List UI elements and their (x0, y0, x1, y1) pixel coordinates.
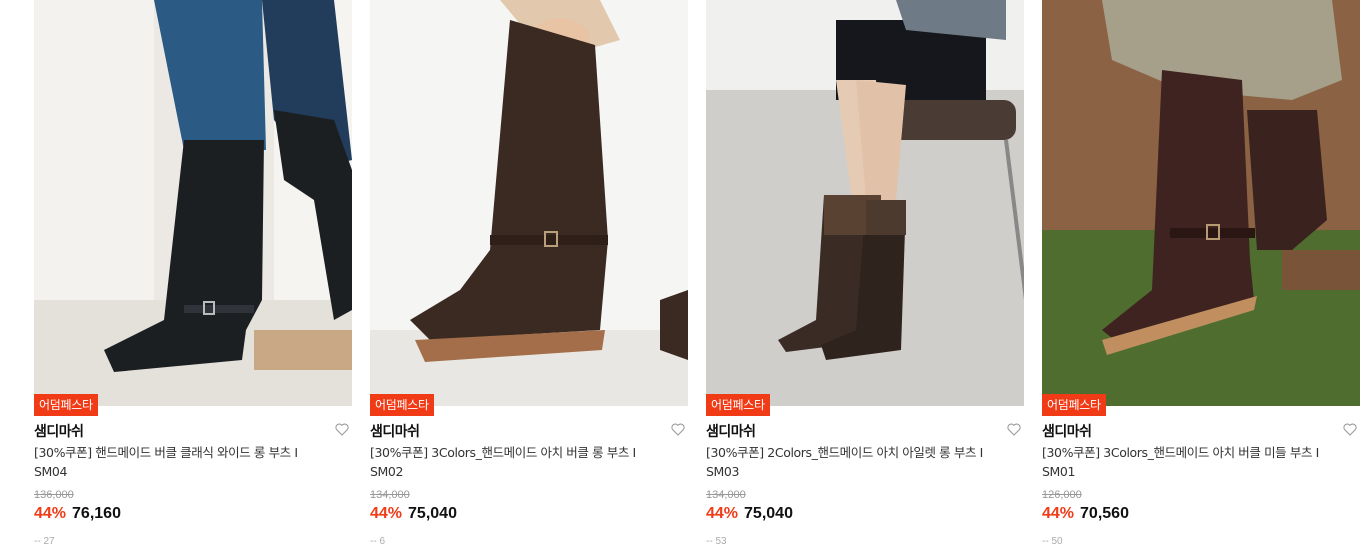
product-title[interactable]: [30%쿠폰] 3Colors_핸드메이드 아치 버클 롱 부츠 I SM02 (370, 443, 666, 481)
title-line-1: [30%쿠폰] 3Colors_핸드메이드 아치 버클 롱 부츠 I (370, 445, 636, 460)
original-price: 126,000 (1042, 489, 1082, 501)
title-line-1: [30%쿠폰] 핸드메이드 버클 클래식 와이드 롱 부츠 I (34, 445, 298, 460)
original-price: 134,000 (370, 489, 410, 501)
discount-rate: 44% (1042, 505, 1075, 522)
title-line-1: [30%쿠폰] 3Colors_핸드메이드 아치 버클 미들 부츠 I (1042, 445, 1319, 460)
heart-outline-icon[interactable] (334, 421, 350, 437)
title-line-2: SM03 (706, 464, 740, 479)
title-line-2: SM01 (1042, 464, 1076, 479)
title-line-2: SM02 (370, 464, 404, 479)
promo-badge: 어덤페스타 (34, 394, 98, 416)
discount-rate: 44% (706, 505, 739, 522)
sale-price: 75,040 (408, 505, 457, 522)
promo-badge: 어덤페스타 (1042, 394, 1106, 416)
sale-price: 70,560 (1080, 505, 1129, 522)
product-card[interactable]: 어덤페스타 샘디마쉬 [30%쿠폰] 2Colors_핸드메이드 아치 아일렛 … (706, 0, 1024, 547)
product-photo (34, 0, 352, 406)
product-image[interactable] (1042, 0, 1360, 406)
heart-outline-icon[interactable] (1342, 421, 1358, 437)
discount-rate: 44% (34, 505, 67, 522)
product-photo (1042, 0, 1360, 406)
heart-outline-icon[interactable] (670, 421, 686, 437)
original-price: 134,000 (706, 489, 746, 501)
product-image[interactable] (34, 0, 352, 406)
promo-badge: 어덤페스타 (370, 394, 434, 416)
price-row: 44% 75,040 (370, 505, 457, 523)
promo-badge: 어덤페스타 (706, 394, 770, 416)
brand-name[interactable]: 샘디마쉬 (706, 421, 756, 441)
sale-price: 75,040 (744, 505, 793, 522)
brand-name[interactable]: 샘디마쉬 (34, 421, 84, 441)
product-image[interactable] (706, 0, 1024, 406)
product-title[interactable]: [30%쿠폰] 핸드메이드 버클 클래식 와이드 롱 부츠 I SM04 (34, 443, 330, 481)
price-row: 44% 75,040 (706, 505, 793, 523)
product-card[interactable]: 어덤페스타 샘디마쉬 [30%쿠폰] 3Colors_핸드메이드 아치 버클 롱… (370, 0, 688, 547)
brand-name[interactable]: 샘디마쉬 (370, 421, 420, 441)
product-title[interactable]: [30%쿠폰] 3Colors_핸드메이드 아치 버클 미들 부츠 I SM01 (1042, 443, 1338, 481)
product-title[interactable]: [30%쿠폰] 2Colors_핸드메이드 아치 아일렛 롱 부츠 I SM03 (706, 443, 1002, 481)
discount-rate: 44% (370, 505, 403, 522)
product-photo (370, 0, 688, 406)
title-line-2: SM04 (34, 464, 68, 479)
brand-name[interactable]: 샘디마쉬 (1042, 421, 1092, 441)
product-grid: 어덤페스타 샘디마쉬 [30%쿠폰] 핸드메이드 버클 클래식 와이드 롱 부츠… (0, 0, 1368, 547)
price-row: 44% 70,560 (1042, 505, 1129, 523)
sale-price: 76,160 (72, 505, 121, 522)
product-card[interactable]: 어덤페스타 샘디마쉬 [30%쿠폰] 핸드메이드 버클 클래식 와이드 롱 부츠… (34, 0, 352, 547)
product-card[interactable]: 어덤페스타 샘디마쉬 [30%쿠폰] 3Colors_핸드메이드 아치 버클 미… (1042, 0, 1360, 547)
product-photo (706, 0, 1024, 406)
heart-outline-icon[interactable] (1006, 421, 1022, 437)
price-row: 44% 76,160 (34, 505, 121, 523)
title-line-1: [30%쿠폰] 2Colors_핸드메이드 아치 아일렛 롱 부츠 I (706, 445, 983, 460)
product-image[interactable] (370, 0, 688, 406)
original-price: 136,000 (34, 489, 74, 501)
